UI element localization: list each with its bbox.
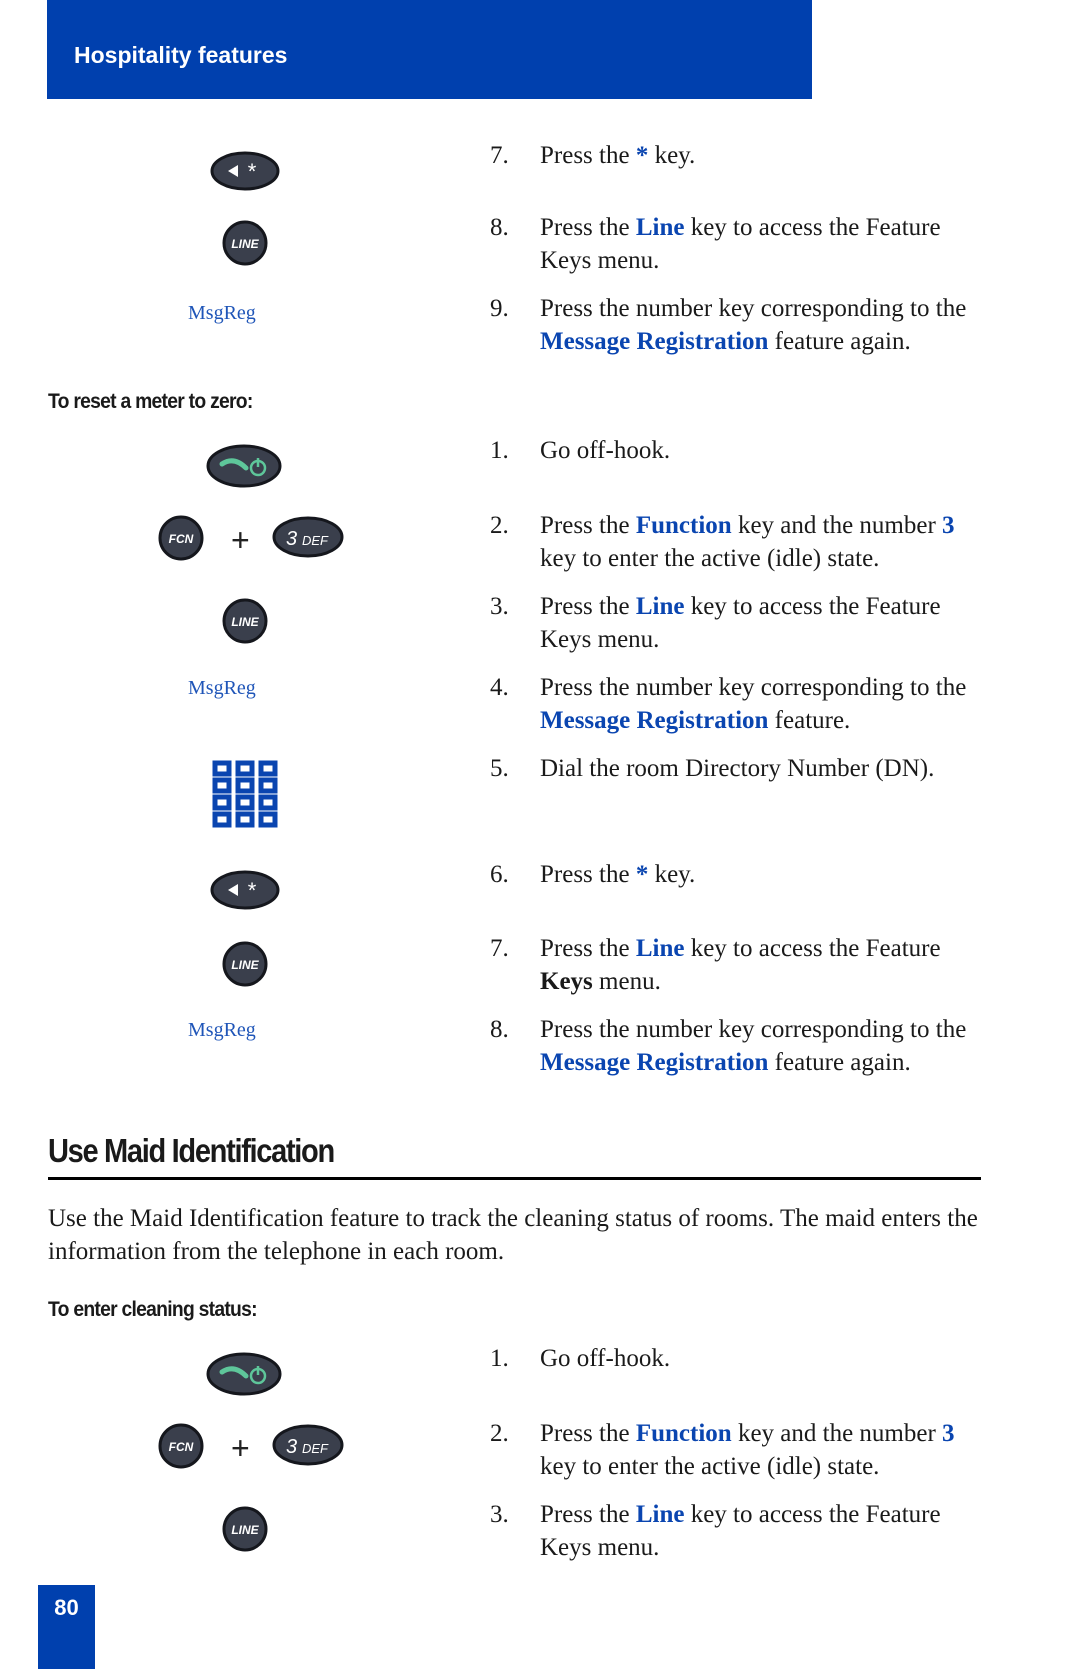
- page-number: 80: [54, 1595, 79, 1620]
- chapter-title: Hospitality features: [74, 42, 288, 68]
- line-key-icon: LINE: [222, 941, 268, 987]
- fcn-key-icon: FCN: [158, 1423, 204, 1469]
- svg-text:LINE: LINE: [231, 615, 259, 629]
- svg-text:*: *: [248, 878, 257, 903]
- offhook-key-icon: [206, 1352, 282, 1396]
- svg-text:FCN: FCN: [169, 532, 194, 546]
- section-divider: [48, 1177, 981, 1180]
- svg-text:3: 3: [286, 528, 297, 550]
- three-def-key-icon: 3 DEF: [272, 1424, 344, 1466]
- section-intro: Use the Maid Identification feature to t…: [48, 1205, 978, 1265]
- svg-text:3: 3: [286, 1436, 297, 1458]
- svg-text:LINE: LINE: [231, 237, 259, 251]
- line-key-icon: LINE: [222, 220, 268, 266]
- svg-text:FCN: FCN: [169, 1440, 194, 1454]
- chapter-header: Hospitality features: [47, 0, 812, 99]
- msgreg-softkey-label: MsgReg: [188, 302, 256, 324]
- svg-text:LINE: LINE: [231, 958, 259, 972]
- line-key-icon: LINE: [222, 1506, 268, 1552]
- line-key-icon: LINE: [222, 598, 268, 644]
- msgreg-softkey-label: MsgReg: [188, 677, 256, 699]
- plus-sign: +: [231, 522, 250, 558]
- star-key-icon: *: [210, 151, 280, 191]
- dialpad-icon: [212, 760, 278, 830]
- reset-meter-heading: To reset a meter to zero:: [48, 390, 253, 413]
- cleaning-status-heading: To enter cleaning status:: [48, 1298, 258, 1321]
- section-title: Use Maid Identification: [48, 1132, 335, 1169]
- msgreg-softkey-label: MsgReg: [188, 1019, 256, 1041]
- svg-text:DEF: DEF: [302, 1441, 329, 1456]
- fcn-key-icon: FCN: [158, 515, 204, 561]
- offhook-key-icon: [206, 444, 282, 488]
- plus-sign: +: [231, 1430, 250, 1466]
- svg-text:DEF: DEF: [302, 533, 329, 548]
- svg-text:*: *: [248, 159, 257, 184]
- page-number-tab: 80: [38, 1585, 95, 1669]
- star-key-icon: *: [210, 870, 280, 910]
- three-def-key-icon: 3 DEF: [272, 516, 344, 558]
- svg-text:LINE: LINE: [231, 1523, 259, 1537]
